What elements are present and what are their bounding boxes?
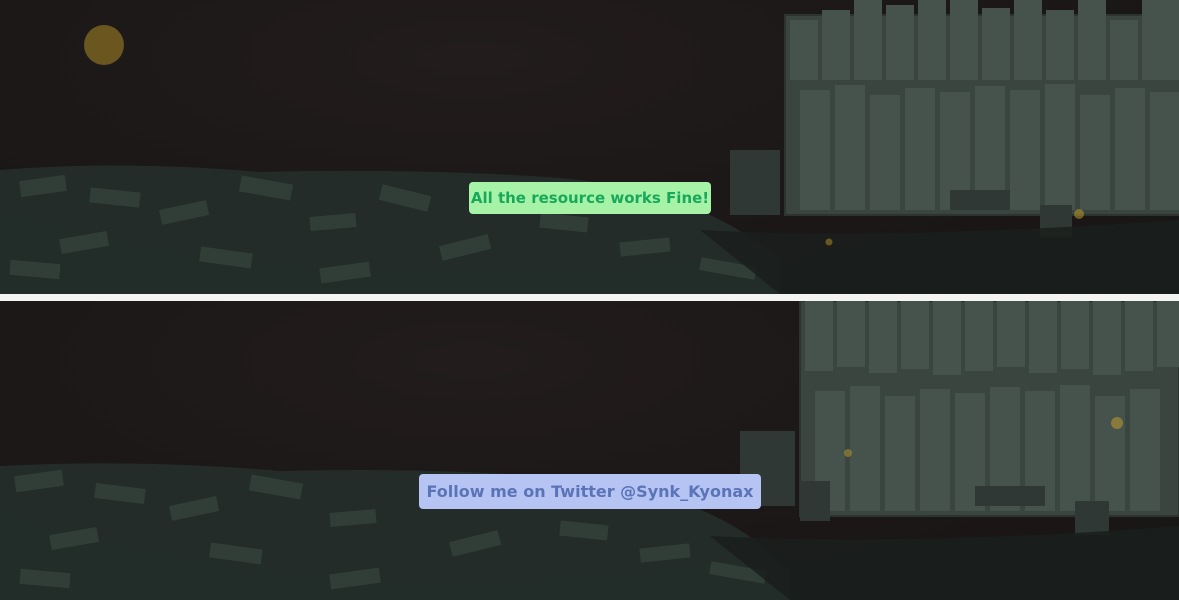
info-notification-text: Follow me on Twitter @Synk_Kyonax — [426, 482, 754, 501]
money-pile-scene-bottom — [0, 301, 1179, 600]
money-pile-scene-top — [0, 0, 1179, 294]
info-notification: Follow me on Twitter @Synk_Kyonax — [419, 474, 761, 509]
background-scene-bottom: Follow me on Twitter @Synk_Kyonax — [0, 301, 1179, 600]
panel-divider — [0, 294, 1179, 301]
background-scene-top: All the resource works Fine! — [0, 0, 1179, 294]
success-notification: All the resource works Fine! — [469, 182, 711, 214]
success-notification-text: All the resource works Fine! — [470, 189, 710, 207]
